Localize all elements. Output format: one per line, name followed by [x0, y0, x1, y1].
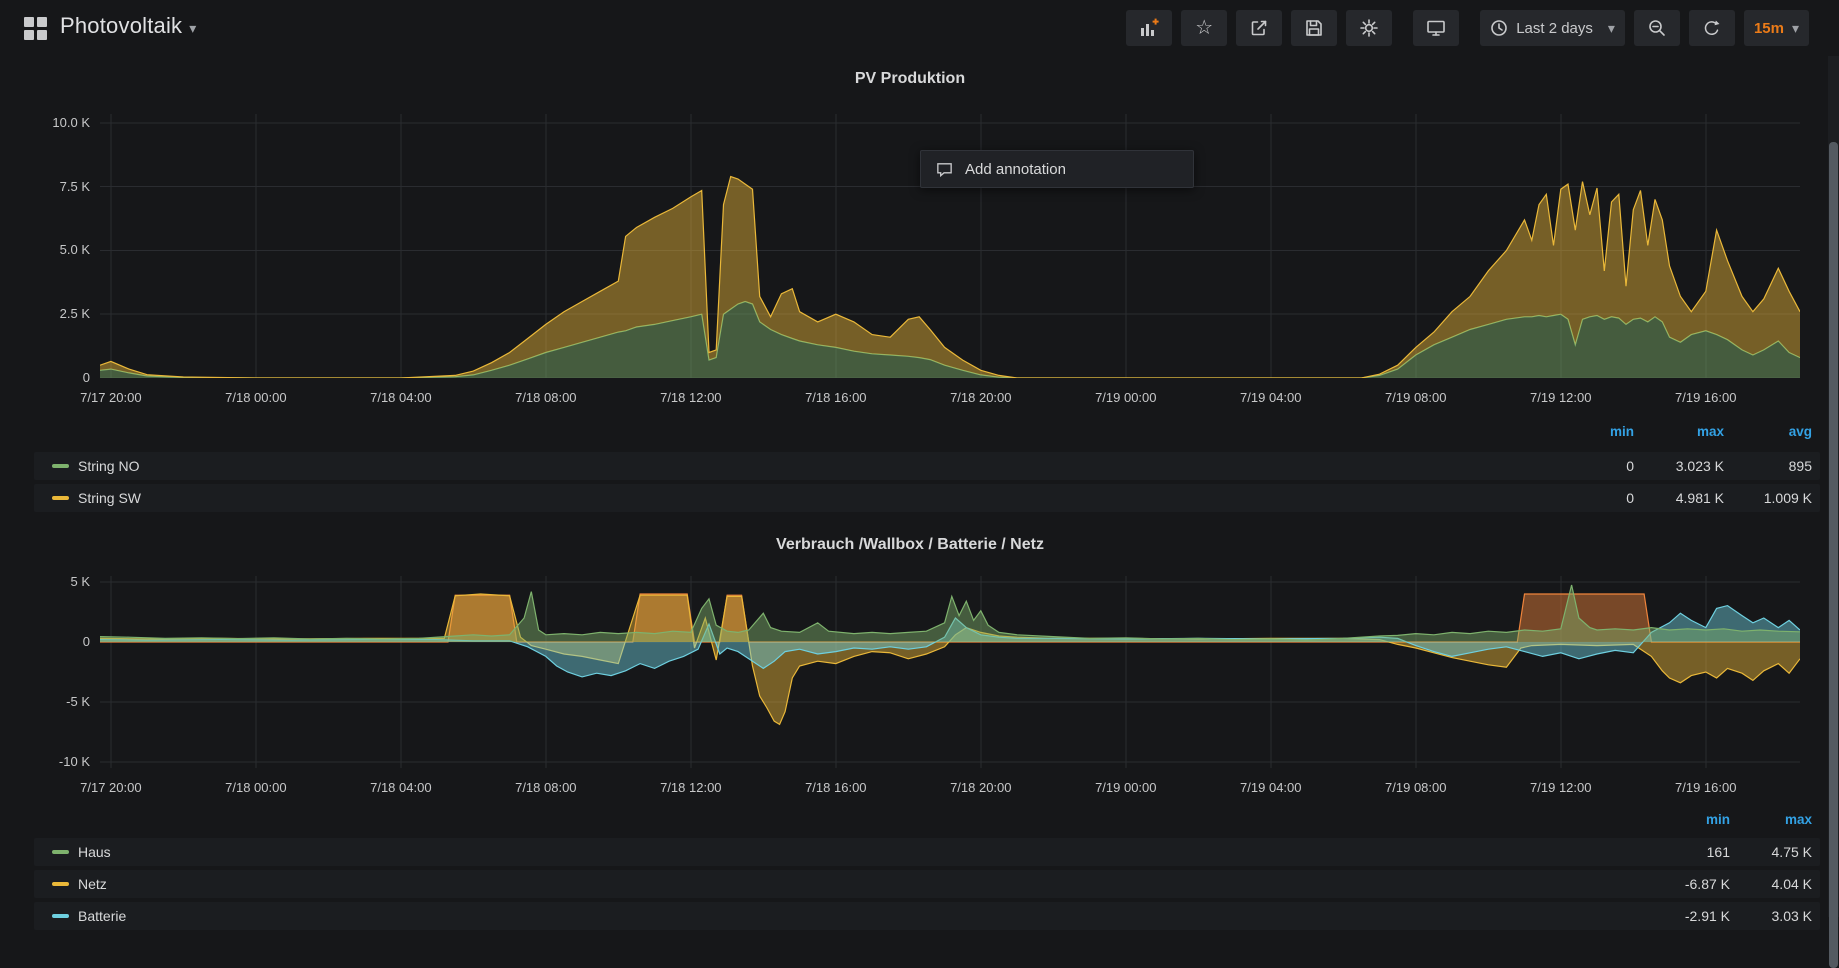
star-dashboard-button[interactable]: ☆ [1181, 10, 1227, 46]
cycle-view-mode-button[interactable] [1413, 10, 1459, 46]
x-axis-tick-label: 7/18 00:00 [196, 780, 316, 795]
x-axis-tick-label: 7/18 20:00 [921, 780, 1041, 795]
add-panel-icon [1139, 18, 1159, 38]
x-axis-tick-label: 7/18 08:00 [486, 780, 606, 795]
share-dashboard-button[interactable] [1236, 10, 1282, 46]
legend-column-max[interactable]: max [1702, 812, 1812, 827]
x-axis-tick-label: 7/19 08:00 [1356, 390, 1476, 405]
grafana-dashboard-grid-icon[interactable] [24, 17, 47, 40]
x-axis-tick-label: 7/19 08:00 [1356, 780, 1476, 795]
navbar: Photovoltaik ▾ ☆ [0, 0, 1839, 56]
y-axis-tick-label: 7.5 K [4, 179, 90, 194]
refresh-icon [1702, 19, 1721, 38]
clock-icon [1490, 19, 1508, 37]
zoom-out-button[interactable] [1634, 10, 1680, 46]
series-color-swatch [52, 850, 69, 854]
series-label-haus[interactable]: Haus [78, 844, 111, 860]
add-annotation-label: Add annotation [965, 161, 1066, 178]
dashboard-title: Photovoltaik [60, 13, 182, 38]
x-axis-tick-label: 7/17 20:00 [51, 780, 171, 795]
monitor-icon [1426, 18, 1446, 38]
y-axis-tick-label: 0 [4, 634, 90, 649]
legend-row-haus: Haus 161 4.75 K [34, 838, 1820, 866]
x-axis-tick-label: 7/18 04:00 [341, 390, 461, 405]
magnifier-zoom-out-icon [1647, 18, 1667, 38]
string-sw-avg: 1.009 K [1702, 490, 1812, 506]
series-label-batterie[interactable]: Batterie [78, 908, 126, 924]
x-axis-tick-label: 7/19 04:00 [1211, 390, 1331, 405]
x-axis-tick-label: 7/18 00:00 [196, 390, 316, 405]
time-range-label: Last 2 days [1516, 20, 1593, 37]
refresh-button[interactable] [1689, 10, 1735, 46]
haus-max: 4.75 K [1702, 844, 1812, 860]
x-axis-tick-label: 7/19 04:00 [1211, 780, 1331, 795]
panel-title-verbrauch[interactable]: Verbrauch /Wallbox / Batterie / Netz [0, 536, 1820, 554]
dashboard-settings-button[interactable] [1346, 10, 1392, 46]
scrollbar-track[interactable] [1828, 56, 1839, 917]
x-axis-tick-label: 7/18 16:00 [776, 390, 896, 405]
share-icon [1249, 18, 1269, 38]
add-panel-button[interactable] [1126, 10, 1172, 46]
x-axis-tick-label: 7/18 20:00 [921, 390, 1041, 405]
series-label-netz[interactable]: Netz [78, 876, 107, 892]
x-axis-tick-label: 7/19 12:00 [1501, 390, 1621, 405]
series-color-swatch [52, 882, 69, 886]
legend-row-batterie: Batterie -2.91 K 3.03 K [34, 902, 1820, 930]
x-axis-tick-label: 7/18 12:00 [631, 390, 751, 405]
chevron-down-icon: ▾ [189, 20, 196, 36]
panel-title-pv-produktion[interactable]: PV Produktion [0, 70, 1820, 88]
x-axis-tick-label: 7/18 08:00 [486, 390, 606, 405]
y-axis-tick-label: -10 K [4, 754, 90, 769]
string-no-avg: 895 [1702, 458, 1812, 474]
star-icon: ☆ [1195, 18, 1213, 38]
series-color-swatch [52, 496, 69, 500]
legend-row-string-sw: String SW 0 4.981 K 1.009 K [34, 484, 1820, 512]
x-axis-tick-label: 7/18 16:00 [776, 780, 896, 795]
x-axis-tick-label: 7/17 20:00 [51, 390, 171, 405]
x-axis-tick-label: 7/19 00:00 [1066, 390, 1186, 405]
chevron-down-icon: ▾ [1792, 20, 1799, 37]
series-label-string-no[interactable]: String NO [78, 458, 139, 474]
dashboard-title-dropdown[interactable]: Photovoltaik ▾ [60, 13, 197, 39]
series-label-string-sw[interactable]: String SW [78, 490, 141, 506]
comment-bubble-icon [935, 160, 954, 179]
x-axis-tick-label: 7/19 00:00 [1066, 780, 1186, 795]
y-axis-tick-label: 10.0 K [4, 115, 90, 130]
y-axis-tick-label: 5 K [4, 574, 90, 589]
x-axis-tick-label: 7/19 16:00 [1646, 390, 1766, 405]
save-icon [1304, 18, 1324, 38]
y-axis-tick-label: 5.0 K [4, 242, 90, 257]
refresh-interval-label: 15m [1754, 20, 1784, 37]
legend-row-string-no: String NO 0 3.023 K 895 [34, 452, 1820, 480]
x-axis-tick-label: 7/19 12:00 [1501, 780, 1621, 795]
scrollbar-thumb[interactable] [1829, 142, 1838, 968]
y-axis-tick-label: -5 K [4, 694, 90, 709]
series-color-swatch [52, 914, 69, 918]
add-annotation-menu-item[interactable]: Add annotation [920, 150, 1194, 188]
legend-column-avg[interactable]: avg [1702, 424, 1812, 439]
verbrauch-chart[interactable]: 5 K0-5 K-10 K7/17 20:007/18 00:007/18 04… [100, 576, 1800, 768]
x-axis-tick-label: 7/18 12:00 [631, 780, 751, 795]
batterie-max: 3.03 K [1702, 908, 1812, 924]
time-range-picker[interactable]: Last 2 days ▾ [1480, 10, 1625, 46]
legend-row-netz: Netz -6.87 K 4.04 K [34, 870, 1820, 898]
pv-produktion-legend: min max avg String NO 0 3.023 K 895 Stri… [34, 424, 1820, 514]
series-color-swatch [52, 464, 69, 468]
verbrauch-legend: min max Haus 161 4.75 K Netz -6.87 K 4.0… [34, 812, 1820, 932]
x-axis-tick-label: 7/18 04:00 [341, 780, 461, 795]
x-axis-tick-label: 7/19 16:00 [1646, 780, 1766, 795]
y-axis-tick-label: 0 [4, 370, 90, 385]
verbrauch-plot-area[interactable] [100, 576, 1800, 768]
refresh-interval-dropdown[interactable]: 15m ▾ [1744, 10, 1809, 46]
save-dashboard-button[interactable] [1291, 10, 1337, 46]
gear-icon [1359, 18, 1379, 38]
chevron-down-icon: ▾ [1608, 20, 1615, 37]
y-axis-tick-label: 2.5 K [4, 306, 90, 321]
netz-max: 4.04 K [1702, 876, 1812, 892]
